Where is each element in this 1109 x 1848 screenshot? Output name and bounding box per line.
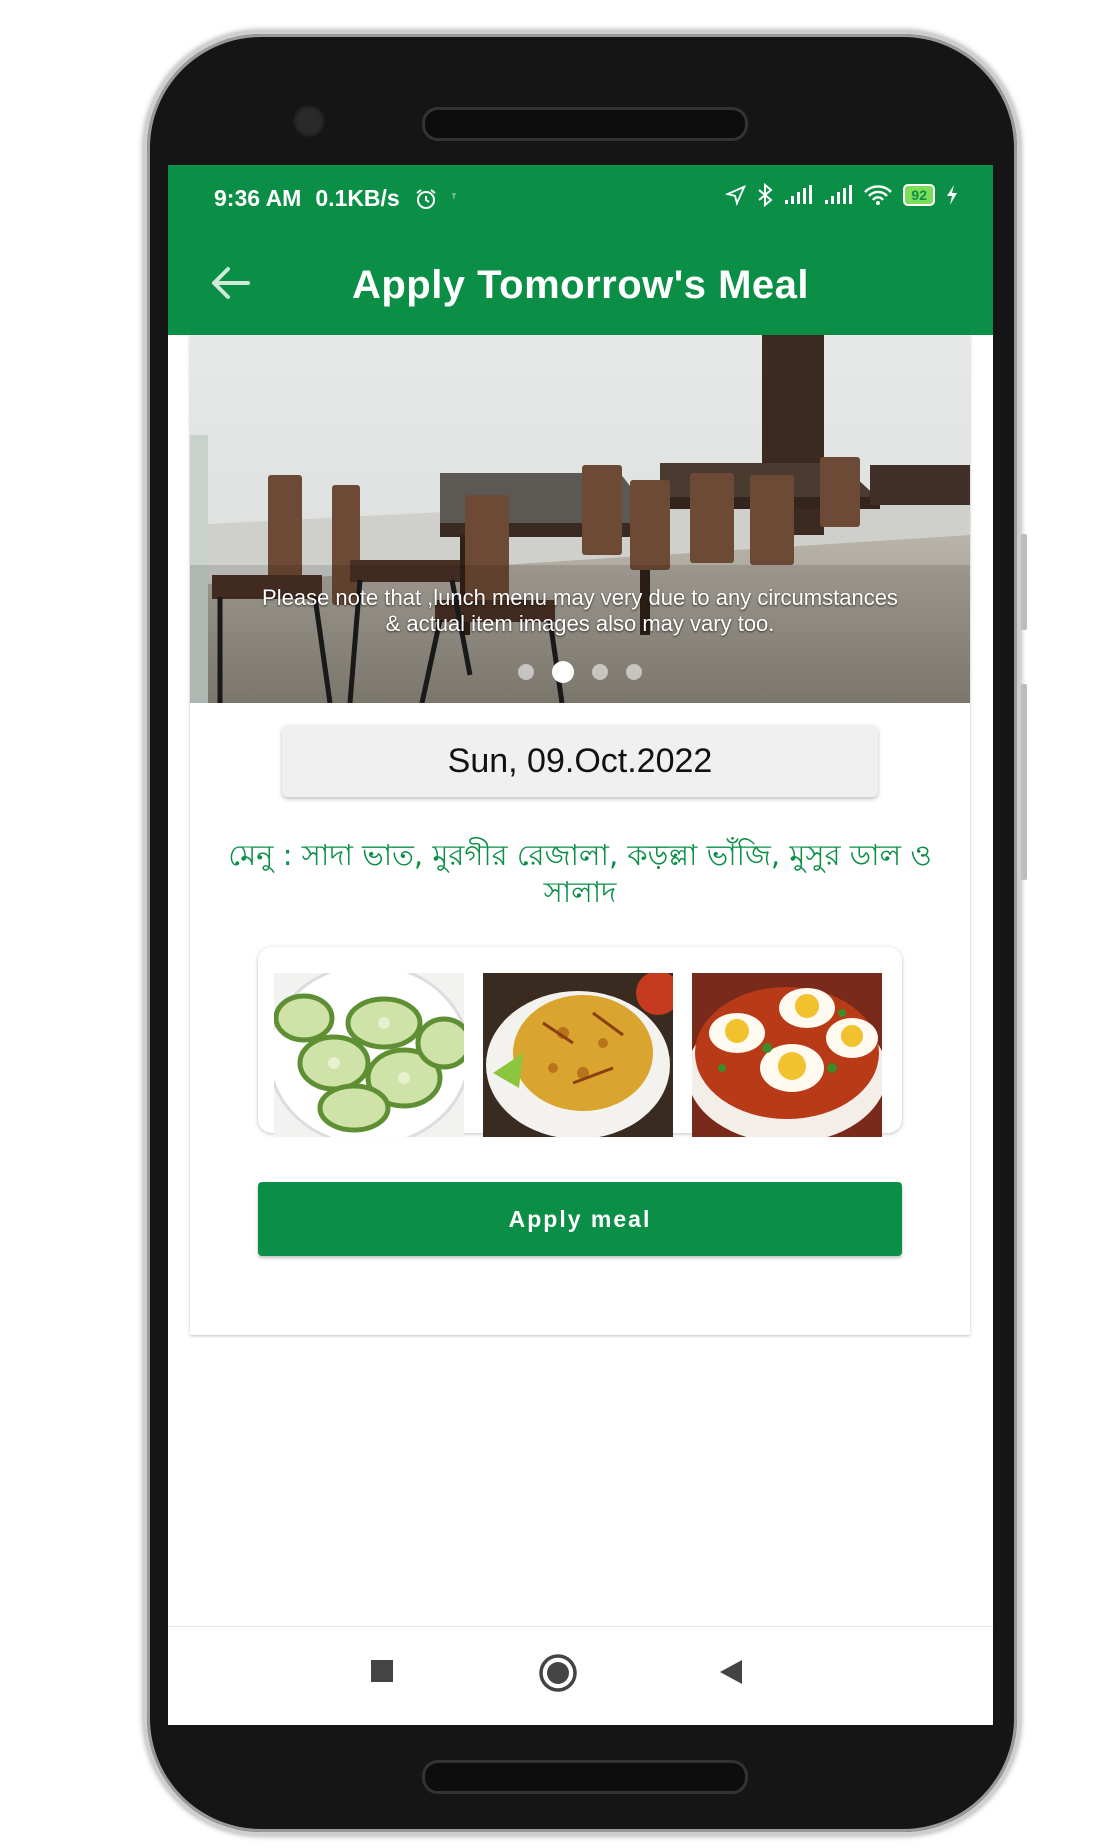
disclaimer-line-1: Please note that ,lunch menu may very du… xyxy=(262,585,898,610)
signal-icon-2 xyxy=(825,185,853,204)
menu-disclaimer: Please note that ,lunch menu may very du… xyxy=(190,585,970,637)
wifi-icon xyxy=(864,185,893,205)
power-button xyxy=(1021,684,1027,880)
menu-description: মেনু : সাদা ভাত, মুরগীর রেজালা, কড়ল্লা … xyxy=(228,838,932,909)
slide-dot[interactable] xyxy=(592,664,608,680)
cucumber-salad-image[interactable] xyxy=(274,973,464,1137)
apply-meal-button[interactable]: Apply meal xyxy=(258,1182,902,1256)
bottom-speaker xyxy=(422,1760,748,1794)
network-speed: 0.1KB/s xyxy=(315,185,400,211)
home-icon[interactable] xyxy=(538,1653,578,1693)
earpiece-speaker xyxy=(422,107,748,141)
alarm-icon xyxy=(416,188,436,209)
location-icon xyxy=(725,184,747,206)
back-icon[interactable] xyxy=(716,1657,746,1687)
volume-button xyxy=(1021,534,1027,630)
battery-indicator: 92 xyxy=(903,184,935,206)
egg-curry-image[interactable] xyxy=(692,973,882,1137)
pulao-rice-image[interactable] xyxy=(483,973,673,1137)
meal-date[interactable]: Sun, 09.Oct.2022 xyxy=(282,725,878,797)
recents-icon[interactable] xyxy=(368,1657,396,1685)
food-gallery xyxy=(258,947,902,1137)
status-bar: 9:36 AM 0.1KB/s ᵀ 92 xyxy=(168,165,993,235)
slide-indicator xyxy=(190,661,970,683)
slide-dot[interactable] xyxy=(518,664,534,680)
status-time: 9:36 AM xyxy=(214,185,302,211)
signal-icon-1 xyxy=(785,185,813,204)
charging-icon xyxy=(947,185,957,205)
page-title: Apply Tomorrow's Meal xyxy=(351,263,810,307)
disclaimer-line-2: & actual item images also may vary too. xyxy=(385,611,775,636)
dining-hall-image xyxy=(190,335,970,703)
bluetooth-icon xyxy=(758,183,773,207)
notification-dot-icon: ᵀ xyxy=(451,193,457,204)
app-bar: Apply Tomorrow's Meal xyxy=(168,235,993,335)
banner-slider[interactable]: Please note that ,lunch menu may very du… xyxy=(190,335,970,703)
meal-card: Please note that ,lunch menu may very du… xyxy=(190,335,970,1335)
front-camera xyxy=(292,104,326,138)
system-navigation-bar xyxy=(168,1626,993,1725)
app-screen: 9:36 AM 0.1KB/s ᵀ 92 Apply Tomorrow's Me… xyxy=(168,165,993,1725)
slide-dot[interactable] xyxy=(626,664,642,680)
slide-dot-active[interactable] xyxy=(552,661,574,683)
